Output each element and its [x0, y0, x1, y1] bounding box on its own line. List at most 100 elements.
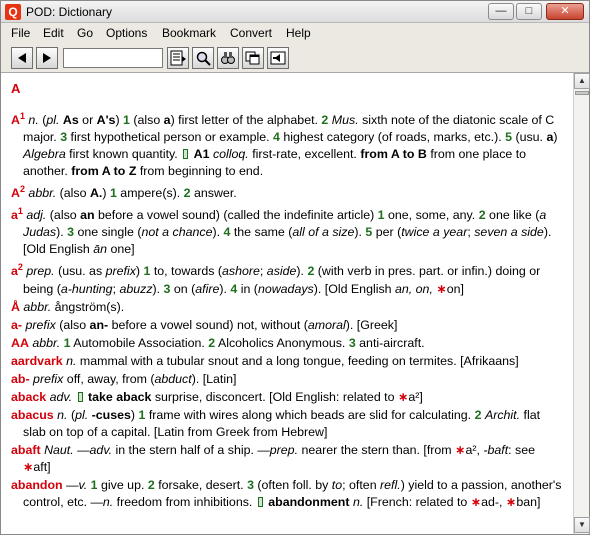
menu-edit[interactable]: Edit — [43, 26, 64, 40]
cross-reference-icon[interactable]: ∗ — [398, 390, 408, 404]
cross-reference-icon[interactable]: ∗ — [23, 460, 33, 474]
cross-reference-icon[interactable]: ∗ — [471, 495, 481, 509]
entry-text: first known quantity. — [65, 147, 182, 162]
caret-down-icon: ▼ — [578, 520, 586, 529]
speaker-icon — [270, 51, 286, 65]
scroll-down-button[interactable]: ▼ — [574, 517, 590, 533]
entry-text: nowadays — [257, 281, 314, 296]
entry-text: aside — [266, 264, 297, 279]
entry-text: ). — [219, 281, 231, 296]
entry-text: colloq. — [212, 147, 249, 162]
entry-text: — — [73, 442, 90, 457]
list-icon — [170, 50, 186, 66]
entry-text: twice a year — [401, 225, 468, 240]
sense-number: 2 — [478, 208, 486, 223]
entry-text: n. — [66, 353, 77, 368]
entry-text: take aback — [88, 389, 152, 404]
entry-text: Archit. — [484, 407, 521, 422]
arrow-right-icon — [43, 53, 51, 63]
menu-convert[interactable]: Convert — [230, 26, 272, 40]
headword: A — [11, 113, 20, 128]
entry-text: (usu. — [512, 130, 547, 145]
entry-text: ). — [152, 281, 164, 296]
entry-text: ān — [93, 242, 108, 257]
entry-text: give up. — [97, 477, 148, 492]
entry-text: abduct — [154, 371, 192, 386]
wildcard-search-button[interactable] — [217, 47, 239, 69]
entry-text: one, some, any. — [384, 208, 479, 223]
entry-text: ; — [259, 264, 267, 279]
app-logo-icon[interactable]: Q — [5, 4, 21, 20]
entry-text: anti-aircraft. — [355, 335, 425, 350]
menu-help[interactable]: Help — [286, 26, 311, 40]
entry-text: off, away, from ( — [63, 371, 155, 386]
entry-text: A. — [89, 186, 103, 201]
entry-text: a-hunting — [60, 281, 113, 296]
entry-text: freedom from inhibitions. — [113, 494, 256, 509]
entry-text: from beginning to end. — [136, 164, 264, 179]
close-button[interactable]: ✕ — [546, 3, 584, 20]
entry-text: n. — [28, 113, 39, 128]
scroll-up-button[interactable]: ▲ — [574, 73, 590, 89]
forward-button[interactable] — [36, 47, 58, 69]
minimize-button[interactable]: — — [488, 3, 514, 20]
entry-text: ). — [56, 225, 68, 240]
entry-text: answer. — [190, 186, 237, 201]
menu-options[interactable]: Options — [106, 26, 147, 40]
search-button[interactable] — [192, 47, 214, 69]
arrow-left-icon — [18, 53, 26, 63]
dictionary-entry: abacus n. (pl. -cuses) 1 frame with wire… — [11, 407, 565, 441]
entry-text: ) — [115, 113, 124, 128]
menu-go[interactable]: Go — [77, 26, 93, 40]
dictionary-content[interactable]: A A1 n. (pl. As or A's) 1 (also a) first… — [1, 73, 573, 534]
entry-text: Mus. — [331, 113, 359, 128]
entry-text: one single ( — [74, 225, 142, 240]
entry-text: Automobile Association. — [70, 335, 209, 350]
cross-reference-icon[interactable]: ∗ — [455, 443, 465, 457]
entry-text: before a vowel sound) (called the indefi… — [94, 208, 378, 223]
entry-text: prefix — [25, 317, 56, 332]
search-input[interactable] — [63, 48, 163, 68]
vertical-scrollbar[interactable]: ▲ ▼ — [573, 73, 590, 534]
sense-number: 1 — [90, 477, 98, 492]
entry-text: (usu. as — [54, 264, 106, 279]
sense-number: 2 — [147, 477, 155, 492]
menu-bookmark[interactable]: Bookmark — [162, 26, 216, 40]
headword: aback — [11, 389, 47, 404]
scroll-thumb[interactable] — [575, 91, 589, 95]
entry-text: ) — [102, 186, 110, 201]
entry-text: (often foll. by — [253, 477, 332, 492]
entry-list-button[interactable] — [167, 47, 189, 69]
entry-text: from A to B — [360, 147, 427, 162]
entry-text: adv. — [89, 442, 113, 457]
pronounce-button[interactable] — [267, 47, 289, 69]
entry-text: ban] — [516, 494, 541, 509]
entry-text: ) first letter of the alphabet. — [170, 113, 322, 128]
headword: AA — [11, 335, 29, 350]
entry-text: frame with wires along which beads are s… — [145, 407, 475, 422]
headword: A — [11, 186, 20, 201]
cross-reference-icon[interactable]: ∗ — [506, 495, 516, 509]
headword: abacus — [11, 407, 54, 422]
cross-reference-icon[interactable]: ∗ — [436, 282, 446, 296]
entry-text: : see — [508, 442, 536, 457]
entry-text: all of a size — [292, 225, 355, 240]
menu-file[interactable]: File — [11, 26, 30, 40]
maximize-button[interactable]: □ — [516, 3, 542, 20]
entry-text: (also — [129, 113, 164, 128]
entry-text: n. — [57, 407, 68, 422]
headword: ab- — [11, 371, 30, 386]
dictionary-entry: Å abbr. ångström(s). — [11, 299, 565, 316]
entry-text: abuzz — [119, 281, 153, 296]
title-bar[interactable]: Q POD: Dictionary — □ ✕ — [1, 1, 589, 23]
entry-text: ). [Latin] — [191, 371, 237, 386]
entry-text: per ( — [372, 225, 402, 240]
entry-text: or — [78, 113, 97, 128]
headword: a- — [11, 317, 23, 332]
copy-button[interactable] — [242, 47, 264, 69]
entry-text: v. — [78, 477, 88, 492]
back-button[interactable] — [11, 47, 33, 69]
caret-up-icon: ▲ — [578, 76, 586, 85]
dictionary-entry: A2 abbr. (also A.) 1 ampere(s). 2 answer… — [11, 181, 565, 202]
entry-text: prep. — [269, 442, 299, 457]
